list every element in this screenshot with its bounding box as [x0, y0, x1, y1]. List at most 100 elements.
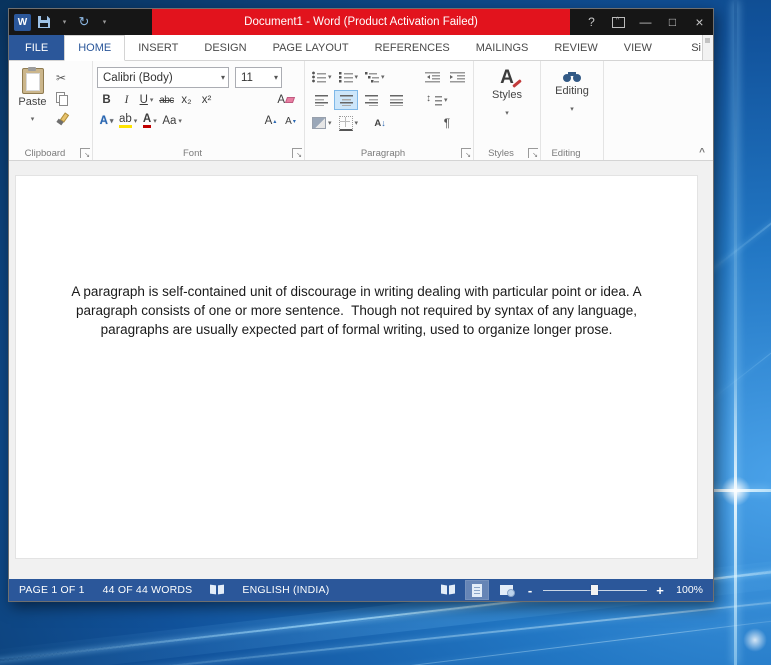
multilevel-list-button[interactable] — [362, 67, 388, 87]
paste-clipboard-icon — [21, 67, 44, 94]
wallpaper-beam — [705, 256, 771, 405]
superscript-button[interactable]: x² — [197, 91, 216, 109]
read-mode-button[interactable] — [437, 581, 459, 599]
align-right-button[interactable] — [359, 90, 383, 110]
copy-icon — [56, 92, 68, 106]
redo-button[interactable] — [74, 11, 94, 33]
shading-button[interactable] — [309, 113, 335, 133]
tab-insert[interactable]: INSERT — [125, 35, 191, 60]
zoom-slider[interactable] — [543, 583, 647, 597]
numbering-button[interactable] — [336, 67, 362, 87]
clipboard-group: Paste Clipboard — [10, 61, 93, 160]
font-size-select[interactable]: 11 — [235, 67, 282, 88]
qat-customize-button[interactable] — [94, 11, 114, 33]
cut-button[interactable] — [54, 69, 70, 86]
maximize-button[interactable]: □ — [659, 9, 686, 35]
clear-formatting-button[interactable]: A — [275, 91, 296, 109]
highlight-label: ab — [119, 113, 132, 128]
paragraph-group: A ¶ Paragraph — [305, 61, 474, 160]
window-controls: ? — □ × — [578, 9, 713, 35]
undo-button[interactable] — [54, 11, 74, 33]
ribbon-display-options-button[interactable] — [605, 9, 632, 35]
align-right-icon — [364, 94, 378, 106]
italic-button[interactable]: I — [117, 91, 136, 109]
styles-group: A Styles Styles — [474, 61, 541, 160]
borders-button[interactable] — [336, 113, 362, 133]
subscript-button[interactable]: x₂ — [177, 91, 196, 109]
wallpaper-beam — [62, 610, 771, 665]
grow-font-button[interactable]: A — [261, 112, 280, 130]
paragraph-dialog-launcher[interactable] — [461, 148, 471, 159]
tab-page-layout[interactable]: PAGE LAYOUT — [260, 35, 362, 60]
zoom-in-button[interactable]: + — [654, 583, 666, 598]
font-dialog-launcher[interactable] — [292, 148, 302, 159]
minimize-button[interactable]: — — [632, 9, 659, 35]
show-hide-formatting-button[interactable]: ¶ — [435, 113, 459, 133]
tab-mailings[interactable]: MAILINGS — [463, 35, 542, 60]
editing-button[interactable]: Editing — [545, 67, 599, 145]
styles-group-label: Styles — [488, 148, 514, 159]
align-left-button[interactable] — [309, 90, 333, 110]
help-button[interactable]: ? — [578, 9, 605, 35]
highlight-color-button[interactable]: ab — [117, 112, 139, 130]
styles-dialog-launcher[interactable] — [528, 148, 538, 159]
editing-label: Editing — [555, 85, 589, 97]
tab-file[interactable]: FILE — [9, 35, 65, 60]
font-name-select[interactable]: Calibri (Body) — [97, 67, 229, 88]
zoom-out-button[interactable]: - — [524, 583, 536, 598]
proofing-status-icon[interactable] — [210, 585, 224, 595]
word-count[interactable]: 44 OF 44 WORDS — [103, 584, 193, 596]
change-case-label: Aa — [162, 115, 177, 127]
word-window: W Document1 - Word (Product Activation F… — [8, 8, 714, 602]
tab-design[interactable]: DESIGN — [191, 35, 259, 60]
tab-review[interactable]: REVIEW — [541, 35, 610, 60]
bullets-icon — [312, 71, 326, 83]
close-button[interactable]: × — [686, 9, 713, 35]
shrink-font-button[interactable]: A — [281, 112, 300, 130]
underline-button[interactable]: U — [137, 91, 156, 109]
word-app-icon[interactable]: W — [14, 13, 31, 31]
sign-in-label-partial[interactable]: Si — [690, 35, 702, 60]
language-indicator[interactable]: ENGLISH (INDIA) — [242, 584, 329, 596]
text-effects-button[interactable]: A — [97, 112, 116, 130]
editing-group-label: Editing — [551, 148, 581, 159]
tab-references[interactable]: REFERENCES — [362, 35, 463, 60]
align-center-button[interactable] — [334, 90, 358, 110]
font-size-value: 11 — [241, 71, 253, 84]
document-paragraph[interactable]: A paragraph is self-contained unit of di… — [16, 282, 697, 339]
styles-button[interactable]: A Styles — [478, 67, 536, 145]
print-layout-button[interactable] — [466, 581, 488, 599]
wallpaper-cross-glow — [721, 476, 751, 506]
zoom-percentage[interactable]: 100% — [673, 584, 703, 596]
zoom-slider-thumb[interactable] — [591, 585, 598, 595]
change-case-button[interactable]: Aa — [160, 112, 184, 130]
bold-button[interactable]: B — [97, 91, 116, 109]
document-page[interactable]: A paragraph is self-contained unit of di… — [16, 176, 697, 558]
line-spacing-button[interactable] — [423, 90, 451, 110]
clipboard-dialog-launcher[interactable] — [80, 148, 90, 159]
web-layout-button[interactable] — [495, 581, 517, 599]
strikethrough-button[interactable]: abc — [157, 91, 176, 109]
wallpaper-glow-spot — [743, 628, 767, 652]
paragraph-group-label: Paragraph — [360, 148, 406, 159]
copy-button[interactable] — [54, 90, 70, 107]
paste-button[interactable]: Paste — [14, 67, 51, 145]
styles-dropdown-icon — [505, 102, 509, 120]
wallpaper-vertical-light — [734, 0, 737, 665]
font-color-button[interactable]: A — [140, 112, 159, 130]
format-painter-button[interactable] — [54, 111, 70, 128]
sort-button[interactable]: A — [368, 113, 392, 133]
save-button[interactable] — [34, 11, 54, 33]
ribbon-scroll-fragment[interactable] — [702, 35, 713, 60]
tab-home[interactable]: HOME — [64, 35, 126, 61]
font-group-label: Font — [182, 148, 202, 159]
decrease-indent-button[interactable] — [420, 67, 444, 87]
bullets-button[interactable] — [309, 67, 335, 87]
increase-indent-button[interactable] — [445, 67, 469, 87]
font-color-label: A — [142, 113, 152, 128]
styles-label: Styles — [492, 89, 522, 101]
justify-button[interactable] — [384, 90, 408, 110]
collapse-ribbon-button[interactable] — [699, 147, 705, 158]
tab-view[interactable]: VIEW — [611, 35, 665, 60]
page-indicator[interactable]: PAGE 1 OF 1 — [19, 584, 85, 596]
